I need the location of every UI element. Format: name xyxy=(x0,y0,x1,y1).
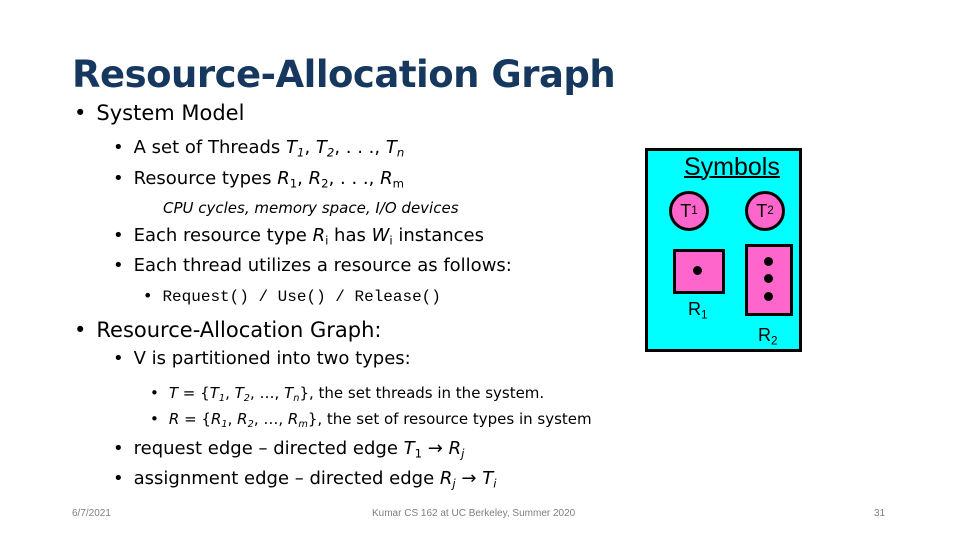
symbols-legend-box: Symbols T1 T2 R1 R2 xyxy=(645,148,802,352)
bullet-set-t: T = {T1, T2, …, Tn}, the set threads in … xyxy=(150,384,545,403)
r-sub: j xyxy=(461,446,465,461)
assignment-edge-text: assignment edge – directed edge xyxy=(133,468,440,489)
r-sub: m xyxy=(392,176,404,191)
bullet-system-model: System Model xyxy=(74,101,244,125)
set-t-desc: }, the set threads in the system. xyxy=(299,384,545,402)
resource-examples: CPU cycles, memory space, I/O devices xyxy=(163,199,459,217)
instance-dot xyxy=(764,257,773,266)
sep: , xyxy=(297,168,309,189)
w-symbol: W xyxy=(371,225,390,246)
r-symbol: R xyxy=(168,410,180,428)
bullet-rag: Resource-Allocation Graph: xyxy=(74,318,381,342)
instances-post: instances xyxy=(392,225,485,246)
sep: , …, xyxy=(253,410,288,428)
thread-label: T xyxy=(680,200,692,221)
sep: , xyxy=(304,137,316,158)
t-symbol: T xyxy=(403,438,415,459)
bullet-utilization: Each thread utilizes a resource as follo… xyxy=(113,255,512,276)
r-symbol: R xyxy=(380,168,393,189)
r-symbol: R xyxy=(308,168,322,189)
bullet-instances: Each resource type Ri has Wi instances xyxy=(113,225,484,246)
t-sub: n xyxy=(396,145,405,160)
set-r-desc: }, the set of resource types in system xyxy=(307,410,592,428)
t-symbol: T xyxy=(209,384,219,402)
r-symbol: R xyxy=(312,225,326,246)
footer-date: 6/7/2021 xyxy=(72,508,111,519)
bullet-partition: V is partitioned into two types: xyxy=(113,348,411,369)
thread-label: T xyxy=(756,200,768,221)
symbols-title: Symbols xyxy=(684,153,780,181)
t-sub: i xyxy=(493,476,497,491)
resource-label-r1: R1 xyxy=(688,299,708,322)
instances-pre: Each resource type xyxy=(133,225,313,246)
resource-sub: 2 xyxy=(771,334,778,348)
instance-dot xyxy=(764,292,773,301)
r-symbol: R xyxy=(448,438,462,459)
footer-course: Kumar CS 162 at UC Berkeley, Summer 2020 xyxy=(372,508,576,519)
bullet-operations: Request() / Use() / Release() xyxy=(143,286,440,306)
thread-node-t1: T1 xyxy=(669,191,709,231)
t-symbol: T xyxy=(385,137,397,158)
t-symbol: T xyxy=(482,468,494,489)
instances-mid: has xyxy=(328,225,372,246)
footer-page-number: 31 xyxy=(874,508,886,519)
t-symbol: T xyxy=(234,384,244,402)
bullet-assignment-edge: assignment edge – directed edge Rj → Ti xyxy=(113,468,497,491)
t-symbol: T xyxy=(168,384,179,402)
resource-sub: 1 xyxy=(701,308,708,322)
bullet-threads: A set of Threads T1, T2, . . ., Tn xyxy=(113,137,405,160)
arrow-icon: → xyxy=(455,468,483,489)
resource-label-r2: R2 xyxy=(758,325,778,348)
t-symbol: T xyxy=(315,137,327,158)
sep: , xyxy=(227,410,238,428)
r-symbol: R xyxy=(277,168,290,189)
r-sub: 2 xyxy=(321,176,329,191)
instance-dot xyxy=(693,266,702,275)
r-symbol: R xyxy=(439,468,453,489)
t-symbol: T xyxy=(284,384,294,402)
t-symbol: T xyxy=(286,137,298,158)
resources-prefix: Resource types xyxy=(133,168,278,189)
resource-node-r1 xyxy=(673,249,725,294)
sep: , . . ., xyxy=(334,137,386,158)
r-symbol: R xyxy=(287,410,299,428)
eq: = { xyxy=(178,384,210,402)
sep: , . . ., xyxy=(328,168,381,189)
instance-dot xyxy=(764,274,773,283)
resource-node-r2 xyxy=(745,244,793,316)
r-symbol: R xyxy=(237,410,248,428)
r-sub: m xyxy=(298,418,308,430)
slide-title: Resource-Allocation Graph xyxy=(72,53,616,96)
eq: = { xyxy=(179,410,211,428)
bullet-resources: Resource types R1, R2, . . ., Rm xyxy=(113,168,404,189)
t-sub: 1 xyxy=(414,446,423,461)
bullet-set-r: R = {R1, R2, …, Rm}, the set of resource… xyxy=(150,410,592,430)
resource-letter: R xyxy=(688,299,701,319)
bullet-request-edge: request edge – directed edge T1 → Rj xyxy=(113,438,465,461)
resource-letter: R xyxy=(758,325,771,345)
thread-node-t2: T2 xyxy=(745,191,785,231)
request-edge-text: request edge – directed edge xyxy=(133,438,404,459)
threads-prefix: A set of Threads xyxy=(133,137,287,158)
r-symbol: R xyxy=(210,410,222,428)
arrow-icon: → xyxy=(422,438,449,459)
sep: , xyxy=(225,384,235,402)
sep: , …, xyxy=(250,384,285,402)
